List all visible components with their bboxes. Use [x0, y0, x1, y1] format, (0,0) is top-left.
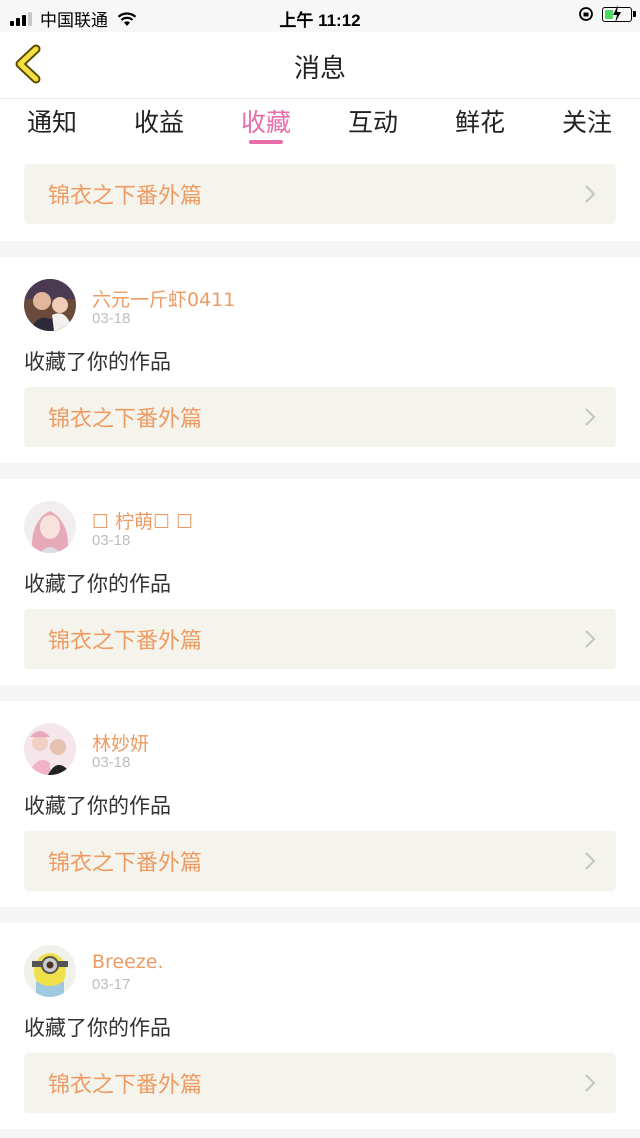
status-time: 上午 11:12 [279, 11, 361, 30]
work-title: 锦衣之下番外篇 [48, 629, 203, 654]
username[interactable]: Breeze. [92, 951, 164, 973]
notification-item: Breeze. 03-17 收藏了你的作品 锦衣之下番外篇 [0, 923, 640, 1129]
top-section: 锦衣之下番外篇 [0, 155, 640, 241]
date: 03-18 [92, 310, 131, 327]
action-text: 收藏了你的作品 [24, 794, 171, 818]
username[interactable]: 林妙妍 [92, 729, 149, 756]
work-card[interactable]: 锦衣之下番外篇 [24, 1053, 616, 1113]
notification-item: 林妙妍 03-18 收藏了你的作品 锦衣之下番外篇 [0, 701, 640, 907]
avatar[interactable] [24, 945, 76, 997]
chevron-right-icon [585, 408, 596, 426]
chevron-right-icon [585, 1074, 596, 1092]
work-card[interactable]: 锦衣之下番外篇 [24, 609, 616, 669]
work-card[interactable]: 锦衣之下番外篇 [24, 387, 616, 447]
navigation-bar: 消息 [0, 32, 640, 99]
tab-bar: 通知 收益 收藏 互动 鲜花 关注 [0, 99, 640, 155]
work-card[interactable]: 锦衣之下番外篇 [24, 831, 616, 891]
tab-flowers[interactable]: 鲜花 [440, 103, 520, 139]
username[interactable]: ☐ 柠萌☐ ☐ [92, 507, 193, 534]
work-card[interactable]: 锦衣之下番外篇 [24, 164, 616, 224]
chevron-right-icon [585, 185, 596, 203]
date: 03-18 [92, 532, 131, 549]
avatar[interactable] [24, 723, 76, 775]
avatar[interactable] [24, 279, 76, 331]
notification-item: ☐ 柠萌☐ ☐ 03-18 收藏了你的作品 锦衣之下番外篇 [0, 479, 640, 685]
battery-icon [602, 4, 636, 23]
tab-earnings[interactable]: 收益 [119, 103, 199, 139]
status-right [578, 4, 636, 23]
action-text: 收藏了你的作品 [24, 350, 171, 374]
page-title: 消息 [293, 54, 346, 84]
tab-favorites[interactable]: 收藏 [226, 103, 306, 139]
work-title: 锦衣之下番外篇 [48, 1073, 203, 1098]
tab-notice[interactable]: 通知 [12, 103, 92, 139]
notification-item: 六元一斤虾0411 03-18 收藏了你的作品 锦衣之下番外篇 [0, 257, 640, 463]
date: 03-18 [92, 754, 131, 771]
work-title: 锦衣之下番外篇 [48, 851, 203, 876]
action-text: 收藏了你的作品 [24, 572, 171, 596]
avatar[interactable] [24, 501, 76, 553]
active-tab-indicator [249, 140, 283, 144]
date: 03-17 [92, 976, 131, 993]
rotation-lock-icon [579, 7, 593, 21]
tab-interactions[interactable]: 互动 [333, 103, 413, 139]
chevron-right-icon [585, 852, 596, 870]
action-text: 收藏了你的作品 [24, 1016, 171, 1040]
tab-follow[interactable]: 关注 [547, 103, 627, 139]
work-title: 锦衣之下番外篇 [48, 184, 203, 209]
work-title: 锦衣之下番外篇 [48, 407, 203, 432]
status-bar: 中国联通 上午 11:12 [0, 0, 640, 32]
chevron-right-icon [585, 630, 596, 648]
username[interactable]: 六元一斤虾0411 [92, 285, 235, 312]
